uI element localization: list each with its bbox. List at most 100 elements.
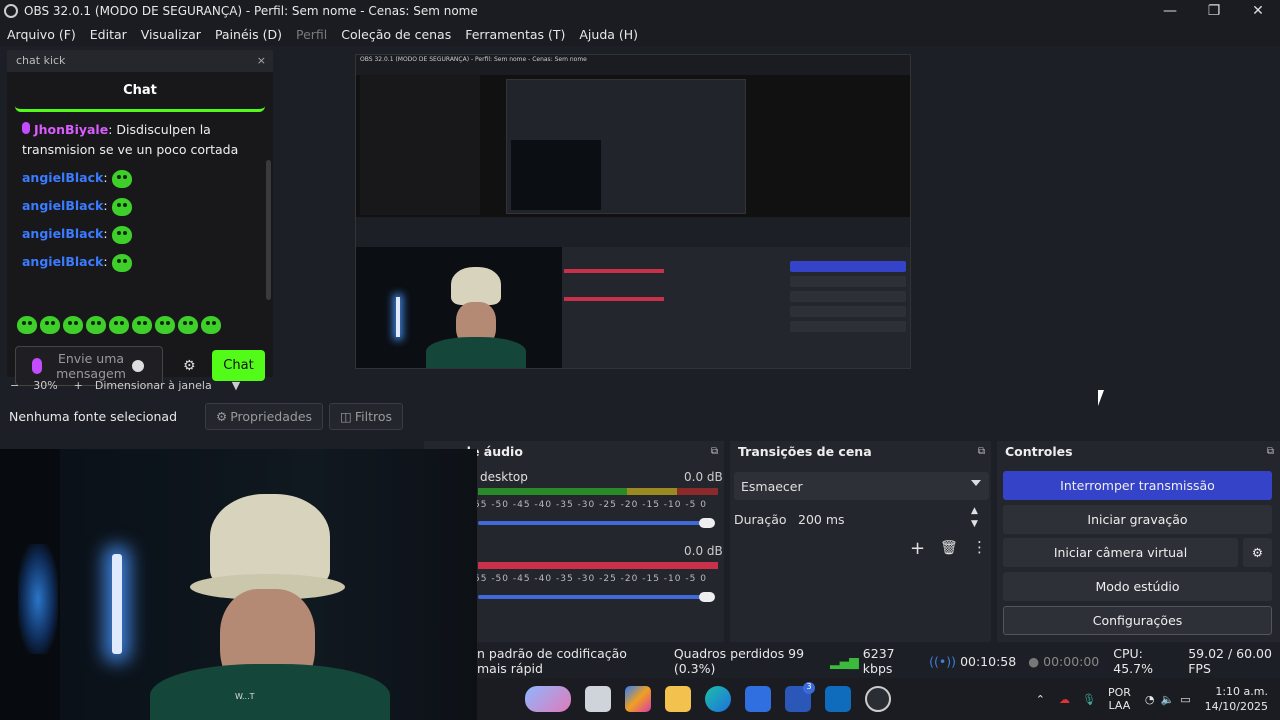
emote-icon[interactable]	[17, 316, 37, 334]
volume-meter	[478, 562, 718, 569]
settings-button[interactable]: Configurações	[1003, 606, 1272, 635]
emote-icon[interactable]	[109, 316, 129, 334]
undock-icon[interactable]: ⧉	[978, 441, 985, 463]
emote-icon[interactable]	[178, 316, 198, 334]
preview-studio	[790, 306, 906, 317]
preview-nested-camera	[511, 140, 601, 210]
emote-icon[interactable]	[40, 316, 60, 334]
edge-icon[interactable]	[705, 686, 731, 712]
store-icon[interactable]	[745, 686, 771, 712]
volume-slider-knob[interactable]	[699, 518, 715, 528]
duration-label: Duração	[734, 512, 787, 527]
teams-icon[interactable]: 3	[785, 682, 815, 712]
maximize-icon[interactable]: ❐	[1192, 0, 1236, 22]
microphone-icon[interactable]: 🎙	[1082, 693, 1096, 706]
track-db: 0.0 dB	[684, 544, 723, 558]
chat-username[interactable]: angielBlack	[22, 226, 103, 241]
controls-title-text: Controles	[1005, 444, 1073, 459]
volume-slider-knob[interactable]	[699, 592, 715, 602]
undock-icon[interactable]: ⧉	[711, 441, 718, 463]
chat-message: JhonBiyale: Disdisculpen la transmision …	[7, 112, 273, 164]
language-indicator[interactable]: POR LAA	[1108, 686, 1131, 712]
trash-icon[interactable]: 🗑	[940, 540, 958, 556]
more-options-icon[interactable]: ⋮	[972, 538, 987, 556]
wifi-icon[interactable]: ◔	[1145, 693, 1155, 706]
stream-icon: ((•))	[929, 653, 957, 669]
zoom-dropdown-icon[interactable]: ▼	[232, 379, 240, 392]
close-icon[interactable]: ✕	[1236, 0, 1280, 22]
menu-ajuda[interactable]: Ajuda (H)	[572, 27, 645, 42]
copilot-icon[interactable]	[625, 686, 651, 712]
chat-header: Chat	[15, 72, 265, 112]
chevron-up-icon[interactable]: ⌃	[1036, 693, 1045, 706]
emote-icon[interactable]	[201, 316, 221, 334]
clock[interactable]: 1:10 a.m. 14/10/2025	[1205, 684, 1268, 714]
emote-icon[interactable]	[132, 316, 152, 334]
file-explorer-icon[interactable]	[665, 686, 691, 712]
menu-perfil[interactable]: Perfil	[289, 27, 334, 42]
menu-paineis[interactable]: Painéis (D)	[208, 27, 289, 42]
add-transition-icon[interactable]: +	[910, 538, 925, 559]
mic-badge-icon	[22, 122, 30, 134]
menu-arquivo[interactable]: Arquivo (F)	[0, 27, 83, 42]
preview-source-bar	[356, 217, 910, 247]
properties-button[interactable]: ⚙ Propriedades	[205, 403, 324, 430]
mouse-cursor-icon	[1098, 390, 1110, 406]
chat-username[interactable]: angielBlack	[22, 170, 103, 185]
scene-preview[interactable]: OBS 32.0.1 (MODO DE SEGURANÇA) - Perfil:…	[355, 54, 911, 369]
lang-secondary: LAA	[1108, 699, 1131, 712]
studio-mode-button[interactable]: Modo estúdio	[1003, 572, 1272, 601]
track-name: desktop	[480, 470, 528, 484]
volume-slider[interactable]	[478, 595, 708, 599]
lang-primary: POR	[1107, 686, 1131, 699]
menu-colecao[interactable]: Coleção de cenas	[334, 27, 458, 42]
emote-icon[interactable]	[155, 316, 175, 334]
chat-dock-close-icon[interactable]: ×	[257, 54, 266, 67]
zoom-value[interactable]: 30%	[33, 379, 57, 392]
menu-visualizar[interactable]: Visualizar	[134, 27, 208, 42]
obs-taskbar-icon[interactable]	[865, 686, 891, 712]
chat-username[interactable]: JhonBiyale	[34, 122, 108, 137]
zoom-in-button[interactable]: +	[74, 379, 83, 392]
volume-icon[interactable]: 🔈	[1160, 693, 1174, 706]
blue-light	[18, 544, 58, 654]
shirt-text: W...T	[235, 692, 255, 701]
emote-icon[interactable]	[86, 316, 106, 334]
widgets-icon[interactable]	[525, 686, 571, 712]
tube-light	[112, 554, 122, 654]
battery-icon[interactable]: ▭	[1180, 693, 1190, 706]
chat-settings-gear-icon[interactable]: ⚙	[183, 358, 196, 374]
undock-icon[interactable]: ⧉	[1267, 441, 1274, 463]
outlook-icon[interactable]	[825, 686, 851, 712]
volume-slider[interactable]	[478, 521, 708, 525]
clock-date: 14/10/2025	[1204, 700, 1268, 713]
task-view-icon[interactable]	[585, 686, 611, 712]
emote-icon[interactable]	[63, 316, 83, 334]
menu-ferramentas[interactable]: Ferramentas (T)	[458, 27, 572, 42]
menu-bar: Arquivo (F) Editar Visualizar Painéis (D…	[0, 22, 1280, 46]
start-recording-button[interactable]: Iniciar gravação	[1003, 505, 1272, 534]
zoom-out-button[interactable]: −	[10, 379, 19, 392]
bitrate: 6237 kbps	[862, 646, 895, 676]
preview-config	[790, 321, 906, 332]
filters-button[interactable]: ◫ Filtros	[329, 403, 403, 430]
start-virtual-camera-button[interactable]: Iniciar câmera virtual	[1003, 538, 1238, 567]
meter-scale: 55 -50 -45 -40 -35 -30 -25 -20 -15 -10 -…	[474, 500, 707, 510]
stop-streaming-button[interactable]: Interromper transmissão	[1003, 471, 1272, 500]
transition-select[interactable]: Esmaecer	[734, 472, 989, 500]
chat-text: :	[103, 170, 108, 185]
emoji-icon[interactable]	[132, 360, 144, 372]
minimize-icon[interactable]: —	[1148, 0, 1192, 22]
chat-username[interactable]: angielBlack	[22, 254, 103, 269]
chat-scrollbar[interactable]	[266, 160, 271, 300]
title-bar: OBS 32.0.1 (MODO DE SEGURANÇA) - Perfil:…	[0, 0, 1280, 22]
virtual-camera-settings-gear-icon[interactable]: ⚙	[1243, 538, 1272, 567]
duration-stepper-icon[interactable]: ▲ ▼	[971, 505, 978, 531]
tray-app-icon[interactable]: ☁	[1059, 693, 1070, 706]
duration-field[interactable]: 200 ms	[798, 512, 845, 527]
chat-username[interactable]: angielBlack	[22, 198, 103, 213]
kick-emote-icon	[111, 169, 132, 188]
meter-scale: 55 -50 -45 -40 -35 -30 -25 -20 -15 -10 -…	[474, 574, 707, 584]
menu-editar[interactable]: Editar	[83, 27, 134, 42]
fit-to-window-label[interactable]: Dimensionar à janela	[95, 379, 212, 392]
